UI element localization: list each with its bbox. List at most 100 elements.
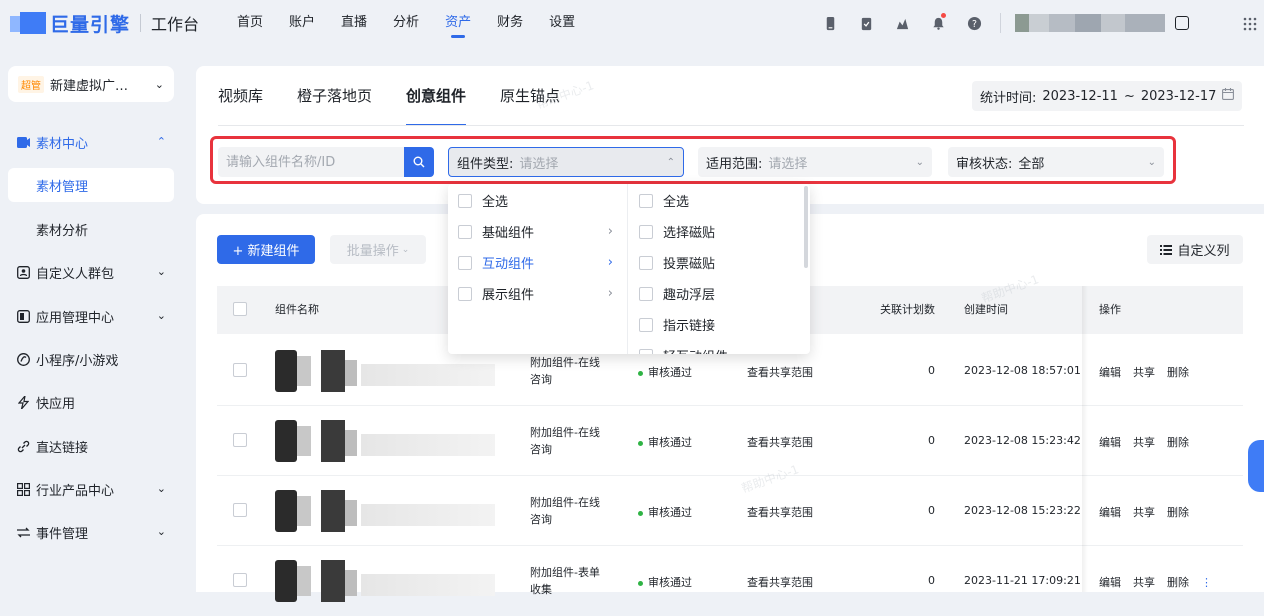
- sidebar: 超管 新建虚拟广… ⌄ 素材中心 ⌃ 素材管理 素材分析 自定义人群包 ⌄ 应用…: [0, 46, 196, 592]
- dropdown-option-interactive[interactable]: 互动组件 ›: [448, 247, 627, 278]
- sidebar-item-miniprogram[interactable]: 小程序/小游戏: [16, 349, 166, 369]
- dropdown-category-column: 全选 基础组件 › 互动组件 › 展示组件 ›: [448, 184, 628, 354]
- sidebar-item-direct-link[interactable]: 直达链接: [16, 436, 166, 456]
- edit-link[interactable]: 编辑: [1099, 366, 1121, 379]
- tab-native-anchor[interactable]: 原生锚点: [500, 66, 560, 126]
- help-icon[interactable]: ?: [964, 13, 984, 33]
- tab-video-library[interactable]: 视频库: [218, 66, 263, 126]
- sidebar-item-material-center[interactable]: 素材中心 ⌃: [16, 132, 166, 152]
- component-type: 附加组件-在线 咨询: [530, 496, 600, 526]
- view-share-scope-link[interactable]: 查看共享范围: [747, 504, 813, 520]
- chart-icon[interactable]: [892, 13, 912, 33]
- edit-link[interactable]: 编辑: [1099, 436, 1121, 449]
- view-share-scope-link[interactable]: 查看共享范围: [747, 434, 813, 450]
- dropdown-sub-indicator-link[interactable]: 指示链接: [629, 309, 804, 340]
- option-checkbox[interactable]: [639, 193, 653, 208]
- option-checkbox[interactable]: [639, 317, 653, 332]
- chevron-down-icon: ⌄: [156, 265, 166, 278]
- dropdown-sub-float-layer[interactable]: 趣动浮层: [629, 278, 804, 309]
- account-menu-icon[interactable]: [1175, 16, 1189, 30]
- option-checkbox[interactable]: [639, 224, 653, 239]
- dropdown-sub-light-interaction[interactable]: 轻互动组件: [629, 340, 804, 354]
- nav-live[interactable]: 直播: [328, 0, 380, 46]
- edit-link[interactable]: 编辑: [1099, 506, 1121, 519]
- scope-select[interactable]: 适用范围: 请选择 ⌄: [698, 147, 932, 177]
- row-checkbox[interactable]: [233, 433, 247, 447]
- option-checkbox[interactable]: [458, 286, 472, 301]
- clipboard-icon[interactable]: [856, 13, 876, 33]
- option-checkbox[interactable]: [458, 255, 472, 270]
- row-checkbox[interactable]: [233, 363, 247, 377]
- chevron-down-icon: ⌄: [154, 77, 164, 91]
- component-thumbnail[interactable]: [275, 420, 495, 464]
- created-time: 2023-12-08 18:57:01: [964, 364, 1081, 377]
- component-type-select[interactable]: 组件类型: 请选择 ⌃: [448, 147, 684, 177]
- more-icon[interactable]: ⋮: [1201, 576, 1212, 589]
- main-nav: 首页 账户 直播 分析 资产 财务 设置: [224, 0, 588, 46]
- custom-columns-button[interactable]: 自定义列: [1147, 235, 1243, 264]
- delete-link[interactable]: 删除: [1167, 366, 1189, 379]
- sidebar-item-material-manage[interactable]: 素材管理: [8, 168, 174, 202]
- share-link[interactable]: 共享: [1133, 576, 1155, 589]
- select-all-checkbox[interactable]: [233, 302, 247, 316]
- share-link[interactable]: 共享: [1133, 506, 1155, 519]
- batch-operation-button[interactable]: 批量操作 ⌄: [330, 235, 426, 264]
- dropdown-sub-choice-tile[interactable]: 选择磁贴: [629, 216, 804, 247]
- component-thumbnail[interactable]: [275, 560, 495, 604]
- phone-icon[interactable]: [820, 13, 840, 33]
- sidebar-item-audience[interactable]: 自定义人群包 ⌄: [16, 262, 166, 282]
- nav-assets[interactable]: 资产: [432, 0, 484, 46]
- option-checkbox[interactable]: [458, 224, 472, 239]
- tab-landing-page[interactable]: 橙子落地页: [297, 66, 372, 126]
- nav-finance[interactable]: 财务: [484, 0, 536, 46]
- dropdown-sub-select-all[interactable]: 全选: [629, 185, 804, 216]
- search-button[interactable]: [404, 147, 434, 177]
- dropdown-sub-vote-tile[interactable]: 投票磁贴: [629, 247, 804, 278]
- share-link[interactable]: 共享: [1133, 436, 1155, 449]
- account-avatar[interactable]: [1015, 14, 1165, 32]
- workspace-title: 工作台: [151, 15, 200, 34]
- edit-link[interactable]: 编辑: [1099, 576, 1121, 589]
- dropdown-option-basic[interactable]: 基础组件 ›: [448, 216, 627, 247]
- delete-link[interactable]: 删除: [1167, 436, 1189, 449]
- tab-creative-components[interactable]: 创意组件: [406, 66, 467, 126]
- dropdown-scrollbar[interactable]: [804, 186, 808, 268]
- table-row: 附加组件-表单 收集 审核通过 查看共享范围 0 2023-11-21 17:09…: [217, 546, 1243, 616]
- dropdown-option-display[interactable]: 展示组件 ›: [448, 278, 627, 309]
- sidebar-item-material-analysis[interactable]: 素材分析: [8, 212, 174, 246]
- date-range-picker[interactable]: 统计时间: 2023-12-11 ~ 2023-12-17: [972, 81, 1242, 111]
- account-switcher[interactable]: 超管 新建虚拟广… ⌄: [8, 66, 174, 102]
- option-checkbox[interactable]: [639, 348, 653, 354]
- component-search-input[interactable]: [218, 147, 404, 177]
- bell-icon[interactable]: [928, 13, 948, 33]
- component-thumbnail[interactable]: [275, 490, 495, 534]
- option-checkbox[interactable]: [639, 286, 653, 301]
- option-checkbox[interactable]: [458, 193, 472, 208]
- nav-home[interactable]: 首页: [224, 0, 276, 46]
- sidebar-item-app-center[interactable]: 应用管理中心 ⌄: [16, 306, 166, 326]
- row-checkbox[interactable]: [233, 573, 247, 587]
- sidebar-item-industry[interactable]: 行业产品中心 ⌄: [16, 479, 166, 499]
- delete-link[interactable]: 删除: [1167, 576, 1189, 589]
- component-thumbnail[interactable]: [275, 350, 495, 394]
- nav-settings[interactable]: 设置: [536, 0, 588, 46]
- delete-link[interactable]: 删除: [1167, 506, 1189, 519]
- dropdown-option-select-all[interactable]: 全选: [448, 185, 627, 216]
- share-link[interactable]: 共享: [1133, 366, 1155, 379]
- apps-grid-icon[interactable]: [1238, 12, 1262, 36]
- nav-analysis[interactable]: 分析: [380, 0, 432, 46]
- row-checkbox[interactable]: [233, 503, 247, 517]
- sidebar-item-quick-app[interactable]: 快应用: [16, 392, 166, 412]
- col-component-name: 组件名称: [275, 303, 319, 316]
- audit-status-select[interactable]: 审核状态: 全部 ⌄: [948, 147, 1164, 177]
- view-share-scope-link[interactable]: 查看共享范围: [747, 574, 813, 590]
- chevron-down-icon: ⌄: [156, 482, 166, 495]
- assistant-float-icon[interactable]: [1248, 440, 1264, 492]
- nav-account[interactable]: 账户: [276, 0, 328, 46]
- logo[interactable]: 巨量引擎 工作台: [10, 10, 199, 36]
- option-checkbox[interactable]: [639, 255, 653, 270]
- sidebar-item-events[interactable]: 事件管理 ⌄: [16, 522, 166, 542]
- view-share-scope-link[interactable]: 查看共享范围: [747, 364, 813, 380]
- new-component-button[interactable]: + 新建组件: [217, 235, 315, 264]
- svg-text:?: ?: [972, 18, 977, 29]
